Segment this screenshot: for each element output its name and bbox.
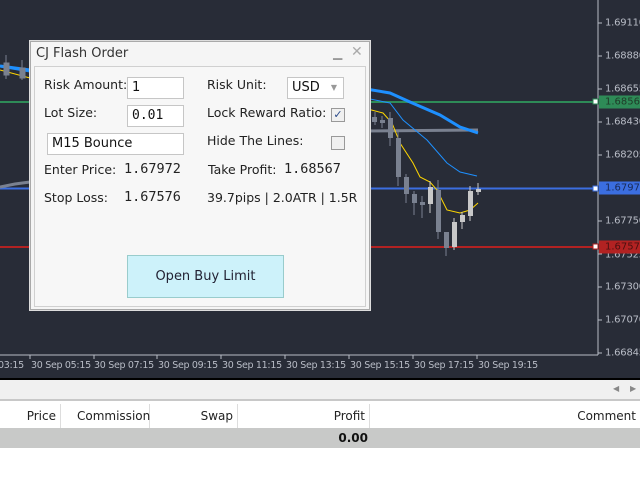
time-tick: 03:15	[0, 360, 24, 371]
enter-price-label: Enter Price:	[44, 162, 117, 177]
price-tick: 1.67750	[605, 215, 640, 227]
column-commission[interactable]: Commission	[61, 404, 150, 428]
time-tick: 30 Sep 19:15	[478, 360, 538, 371]
table-header: Price Commission Swap Profit Comment	[0, 404, 640, 428]
lock-reward-label: Lock Reward Ratio:	[207, 105, 327, 120]
take-profit-value: 1.68567	[284, 161, 341, 177]
column-profit[interactable]: Profit	[238, 404, 370, 428]
price-tick: 1.66845	[605, 347, 640, 359]
time-tick: 30 Sep 17:15	[414, 360, 474, 371]
price-tick: 1.67300	[605, 281, 640, 293]
entry-handle	[592, 185, 599, 192]
stop-loss-label: Stop Loss:	[44, 190, 109, 205]
risk-amount-input[interactable]: 1	[127, 77, 184, 99]
open-buy-limit-button[interactable]: Open Buy Limit	[127, 255, 284, 298]
lot-size-input[interactable]: 0.01	[127, 105, 184, 127]
trade-stats: 39.7pips | 2.0ATR | 1.5R	[207, 190, 358, 205]
price-tick: 1.68880	[605, 50, 640, 62]
hide-lines-checkbox[interactable]	[331, 136, 345, 150]
time-tick: 30 Sep 05:15	[31, 360, 91, 371]
price-tick: 1.68655	[605, 83, 640, 95]
terminal-toolbar: ◀ ▶	[0, 380, 640, 401]
sl-handle	[592, 243, 599, 250]
column-swap[interactable]: Swap	[150, 404, 238, 428]
risk-unit-label: Risk Unit:	[207, 77, 267, 92]
lot-size-label: Lot Size:	[44, 105, 98, 120]
time-tick: 30 Sep 11:15	[222, 360, 282, 371]
close-icon[interactable]: ✕	[351, 44, 363, 60]
hide-lines-label: Hide The Lines:	[207, 133, 304, 148]
comment-input[interactable]: M15 Bounce	[47, 133, 184, 155]
time-tick: 30 Sep 13:15	[286, 360, 346, 371]
minimize-icon[interactable]: ▁	[333, 46, 342, 60]
dialog-panel: Risk Amount: 1 Risk Unit: USD ▼ Lot Size:…	[34, 66, 366, 307]
column-price[interactable]: Price	[0, 404, 61, 428]
scroll-left-icon[interactable]: ◀	[613, 384, 619, 393]
risk-unit-select[interactable]: USD ▼	[287, 77, 344, 99]
price-tick: 1.67070	[605, 314, 640, 326]
chevron-down-icon: ▼	[330, 83, 337, 92]
flash-order-dialog: CJ Flash Order ▁ ✕ Risk Amount: 1 Risk U…	[30, 41, 370, 310]
total-profit: 0.00	[338, 431, 368, 445]
scroll-right-icon[interactable]: ▶	[630, 384, 636, 393]
price-tick: 1.69110	[605, 17, 640, 29]
time-tick: 30 Sep 15:15	[350, 360, 410, 371]
risk-amount-label: Risk Amount:	[44, 77, 128, 92]
lock-reward-checkbox[interactable]: ✓	[331, 108, 345, 122]
stop-loss-price-label: 1.67576	[599, 240, 640, 254]
enter-price-value: 1.67972	[124, 161, 181, 177]
column-comment[interactable]: Comment	[370, 404, 640, 428]
time-tick: 30 Sep 07:15	[94, 360, 154, 371]
take-profit-label: Take Profit:	[208, 162, 277, 177]
stop-loss-value: 1.67576	[124, 189, 181, 205]
time-axis-ticks	[29, 355, 478, 359]
price-tick: 1.68205	[605, 149, 640, 161]
take-profit-price-label: 1.68567	[599, 95, 640, 109]
tp-handle	[592, 98, 599, 105]
time-tick: 30 Sep 09:15	[158, 360, 218, 371]
risk-unit-value: USD	[292, 80, 320, 95]
totals-row: 0.00	[0, 428, 640, 448]
dialog-title[interactable]: CJ Flash Order	[36, 46, 128, 61]
entry-price-label: 1.67972	[599, 181, 640, 195]
price-tick: 1.68430	[605, 116, 640, 128]
